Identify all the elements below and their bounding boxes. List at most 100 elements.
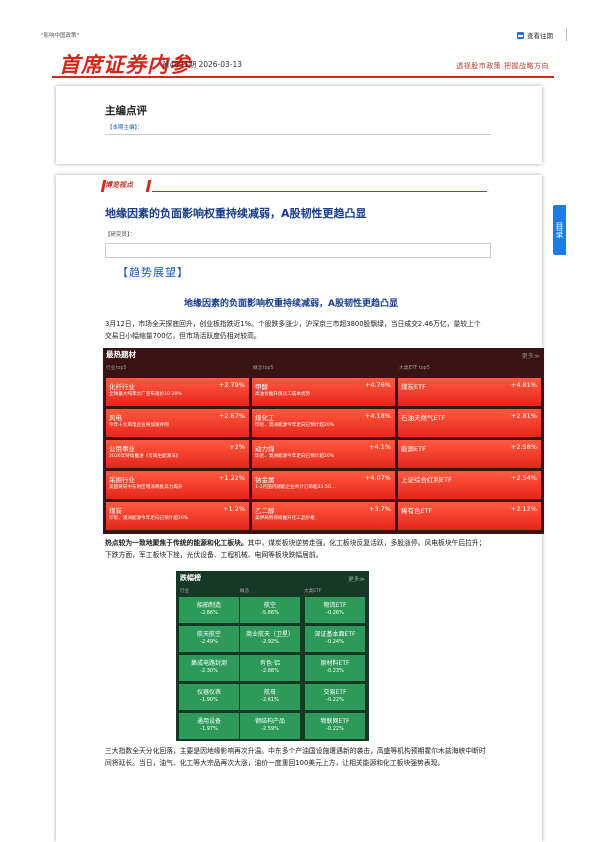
hot-col-header: 大类ETF top5 [399,366,430,371]
decliner-cell[interactable]: 航空 -5.86% [240,597,300,623]
table-of-contents-button[interactable]: 目录 [553,205,566,255]
hot-topic-cell[interactable]: 煤炭ETF +4.81% [398,378,541,406]
view-past-issues-link[interactable]: 查看往期 [517,30,553,40]
decliner-change: -0.22% [326,697,344,703]
decliner-name: 航母 [263,689,276,696]
hot-topics-panel: 最热题材 更多≫ 行业top5 概念top5 大类ETF top5 化纤行业 +2… [103,348,544,534]
decliner-change: -0.23% [326,668,344,674]
hot-topic-name: 钠金属 [255,476,275,484]
hot-topic-cell[interactable]: 化纤行业 +2.79% 全球最大纯苯大厂宣布涨价10-20% [106,378,249,406]
editorial-divider [105,134,491,135]
hot-topic-cell[interactable]: 煤化工 +4.18% 印尼、澳洲能源今年走向已预计超20% [252,409,395,437]
article-subtitle: 地缘因素的负面影响权重持续减弱，A股韧性更趋凸显 [184,299,398,309]
fall-col-header: 大类ETF [304,589,322,594]
publication-slogan: 透视股市政策 把握战略方向 [456,62,549,70]
decliner-name: 物流ETF [323,602,347,609]
hot-topic-change: +2.81% [510,412,537,420]
paragraph-2-bold: 热点较为一致地聚焦于传统的能源和化工板块。 [105,539,248,547]
hot-col-header: 行业top5 [106,366,127,371]
article-title: 地缘因素的负面影响权重持续减弱，A股韧性更趋凸显 [105,207,367,220]
hot-topic-reason: 美伊局势持续推升化工品价格 [255,516,315,521]
hot-topic-change: +1.2% [223,505,245,513]
hot-topic-name: 石油天然气ETF [401,414,446,422]
hot-topic-name: 风电 [109,414,122,422]
calendar-icon [517,31,524,39]
decliner-name: 物联网ETF [320,718,350,725]
decliner-cell[interactable]: 船舶制造 -2.86% [179,597,239,623]
hot-topic-name: 采掘行业 [109,476,135,484]
decliner-name: 通用设备 [196,718,221,725]
hot-topic-cell[interactable]: 上证综合红利ETF +2.54% [398,471,541,499]
decliner-change: -2.86% [200,610,218,616]
hot-topic-cell[interactable]: 公用事业 +2% 2026年持续推进《可再生能源法》 [106,440,249,468]
hot-topic-name: 煤炭 [109,507,122,515]
hot-col-header: 概念top5 [253,366,274,371]
decliner-change: -2.92% [261,639,279,645]
hot-topic-change: +2.58% [510,443,537,451]
hot-topic-cell[interactable]: 采掘行业 +1.22% 美国将向中东地区增派两批兵力再升 [106,471,249,499]
hot-topic-name: 上证综合红利ETF [401,476,452,484]
top-divider [566,28,567,41]
issue-info: 第4001期 2026-03-13 [162,60,243,69]
decliner-change: -2.49% [200,639,218,645]
hot-topic-name: 煤炭ETF [401,383,426,391]
hot-topic-name: 乙二醇 [255,507,275,515]
researcher-label: 【研究员】： [105,232,136,238]
decliner-change: -0.26% [326,610,344,616]
decliner-cell[interactable]: 物联网ETF -0.22% [305,713,365,739]
decliner-change: -2.30% [200,668,218,674]
hot-topics-more-link[interactable]: 更多≫ [522,351,540,360]
hot-topic-change: +2.79% [218,381,245,389]
decliner-cell[interactable]: 集成电路封测 -2.30% [179,655,239,681]
decliner-cell[interactable]: 钢结构产品 -2.59% [240,713,300,739]
hot-topic-name: 公用事业 [109,445,135,453]
decliner-name: 原材料ETF [320,660,350,667]
hot-topic-cell[interactable]: 煤炭 +1.2% 印尼、澳洲能源今年走向已预计超20% [106,502,249,530]
hot-topic-cell[interactable]: 能源ETF +2.58% [398,440,541,468]
decliner-cell[interactable]: 航天航空 -2.49% [179,626,239,652]
decliner-change: -0.24% [326,639,344,645]
hot-topic-reason: 今年十大风电企业将加速并网 [109,423,169,428]
hot-topic-name: 稀有色ETF [401,507,433,515]
hot-topic-reason: 1-2月国内储能企业共计订单超33.5G... [255,485,336,490]
decliner-cell[interactable]: 航母 -2.61% [240,684,300,710]
decliners-more-link[interactable]: 更多≫ [348,575,365,583]
hot-topic-reason: 美国将向中东地区增派两批兵力再升 [109,485,183,490]
trend-heading: 【趋势展望】 [117,266,189,279]
hot-topic-cell[interactable]: 稀有色ETF +2.12% [398,502,541,530]
hot-topic-change: +1.22% [218,474,245,482]
hot-topic-cell[interactable]: 甲醇 +4.76% 高油价推升煤化工成本优势 [252,378,395,406]
view-past-issues-label: 查看往期 [527,32,553,40]
decliner-name: 有色·铝 [260,660,280,667]
hot-topic-reason: 全球最大纯苯大厂宣布涨价10-20% [109,392,182,397]
decliner-cell[interactable]: 物流ETF -0.26% [305,597,365,623]
hot-topic-cell[interactable]: 风电 +2.67% 今年十大风电企业将加速并网 [106,409,249,437]
hot-topics-title: 最热题材 [106,350,136,359]
decliners-title: 跌幅榜 [180,574,201,582]
hot-topic-cell[interactable]: 动力煤 +4.1% 印尼、澳洲能源今年走向已预计超20% [252,440,395,468]
hot-topic-name: 化纤行业 [109,383,135,391]
hot-topic-cell[interactable]: 钠金属 +4.07% 1-2月国内储能企业共计订单超33.5G... [252,471,395,499]
hot-topic-cell[interactable]: 乙二醇 +3.7% 美伊局势持续推升化工品价格 [252,502,395,530]
decliner-cell[interactable]: 交易ETF -0.22% [305,684,365,710]
decliner-cell[interactable]: 通用设备 -1.97% [179,713,239,739]
viewpoint-tag: 博览视点 [105,181,133,189]
hot-topic-name: 动力煤 [255,445,275,453]
decliner-change: -2.88% [261,668,279,674]
decliner-cell[interactable]: 深证基本面ETF -0.24% [305,626,365,652]
researcher-field [105,243,491,258]
paragraph-3: 三大指数全天分化回落，主要是因地缘影响再次升温。中东多个产油国设施遭遇新的袭击，… [105,747,486,767]
decliner-name: 航天航空 [196,631,221,638]
decliner-cell[interactable]: 仪器仪表 -1.90% [179,684,239,710]
paragraph-1: 3月12日，市场全天探底回升，创业板指跌近1%。个股跌多涨少，沪深京三市超380… [105,320,481,340]
decliner-cell[interactable]: 商业航天（卫星） -2.92% [240,626,300,652]
decliner-cell[interactable]: 原材料ETF -0.23% [305,655,365,681]
paragraph-2: 热点较为一致地聚焦于传统的能源和化工板块。其中，煤炭板块逆势走强，化工板块反复活… [105,537,487,561]
hot-topic-cell[interactable]: 石油天然气ETF +2.81% [398,409,541,437]
toc-label: 目录 [555,222,564,238]
hot-topic-change: +2% [229,443,245,451]
decliner-name: 集成电路封测 [190,660,227,667]
decliner-cell[interactable]: 有色·铝 -2.88% [240,655,300,681]
decliner-change: -0.22% [326,726,344,732]
header-rule [52,76,554,78]
